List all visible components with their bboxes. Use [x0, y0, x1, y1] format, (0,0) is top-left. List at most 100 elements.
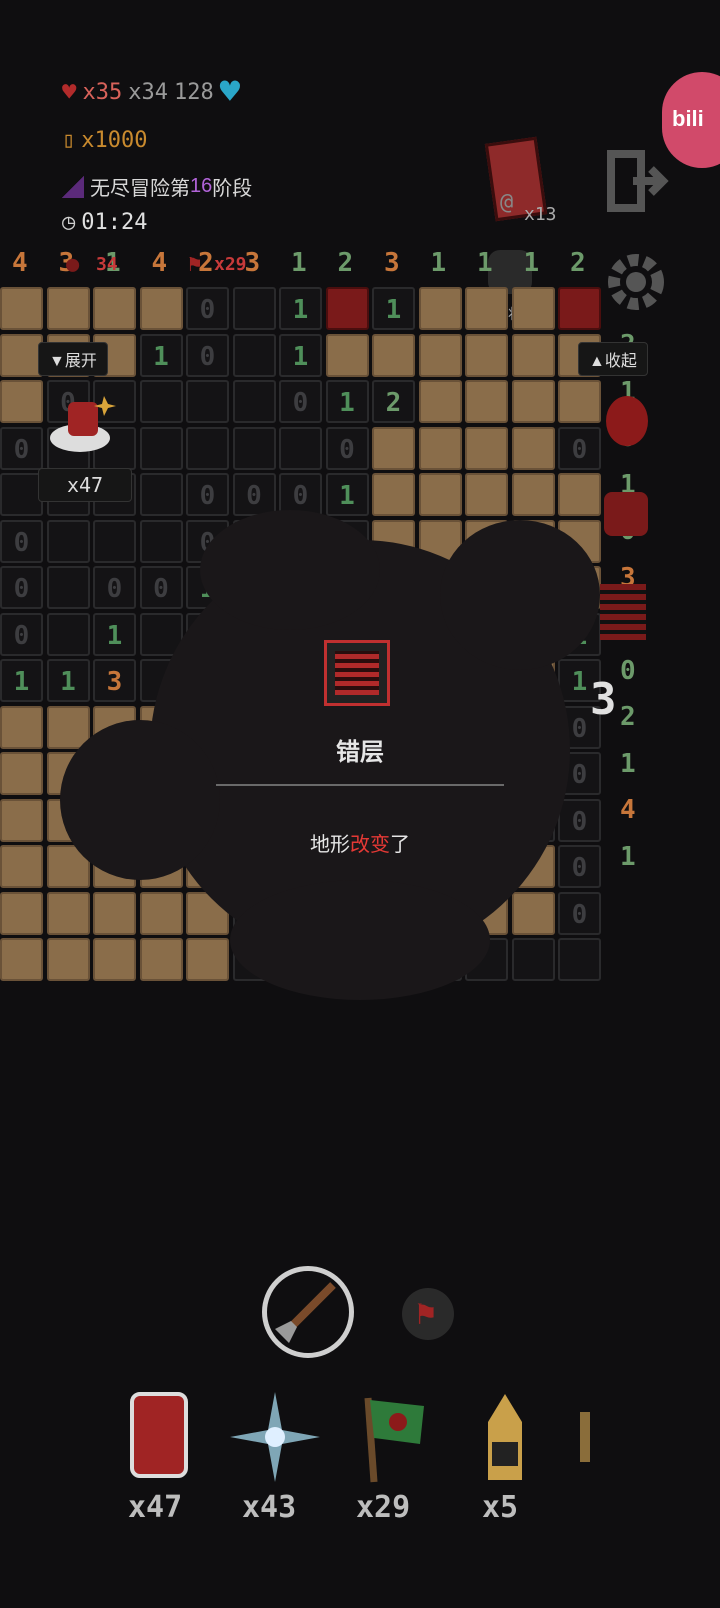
popup-title: 错层: [336, 739, 384, 766]
green-flag-icon[interactable]: [358, 1394, 428, 1484]
empty-tile[interactable]: [139, 380, 183, 423]
covered-tile[interactable]: [465, 380, 508, 423]
covered-tile[interactable]: [465, 473, 508, 516]
number-tile[interactable]: 0: [186, 333, 229, 377]
covered-tile[interactable]: [0, 333, 43, 377]
locked-tile[interactable]: [325, 287, 369, 330]
number-tile[interactable]: 1: [325, 380, 369, 423]
number-tile[interactable]: 0: [558, 891, 601, 935]
covered-tile[interactable]: [511, 380, 555, 423]
empty-tile[interactable]: [93, 519, 136, 563]
number-tile[interactable]: 0: [93, 566, 136, 609]
covered-tile[interactable]: [558, 380, 601, 423]
empty-tile[interactable]: [46, 612, 90, 656]
covered-tile[interactable]: [46, 938, 90, 981]
covered-tile[interactable]: [325, 333, 369, 377]
flag-tool-button[interactable]: ⚑: [402, 1288, 454, 1340]
empty-tile[interactable]: [186, 380, 229, 423]
number-tile[interactable]: 0: [558, 426, 601, 470]
exit-icon[interactable]: [605, 148, 671, 214]
empty-tile[interactable]: [0, 473, 43, 516]
covered-tile[interactable]: [186, 938, 229, 981]
number-tile[interactable]: 0: [279, 380, 322, 423]
number-tile[interactable]: 0: [186, 287, 229, 330]
layer-stack-icon[interactable]: [600, 584, 646, 640]
number-tile[interactable]: 1: [139, 333, 183, 377]
covered-tile[interactable]: [511, 891, 555, 935]
covered-tile[interactable]: [372, 333, 415, 377]
covered-tile[interactable]: [46, 287, 90, 330]
number-tile[interactable]: 0: [0, 519, 43, 563]
number-tile[interactable]: 0: [232, 473, 276, 516]
empty-tile[interactable]: [46, 566, 90, 609]
empty-tile[interactable]: [232, 426, 276, 470]
covered-tile[interactable]: [139, 891, 183, 935]
number-tile[interactable]: 1: [46, 659, 90, 702]
collapse-button[interactable]: ▲收起: [578, 342, 648, 376]
covered-tile[interactable]: [139, 287, 183, 330]
covered-tile[interactable]: [418, 473, 462, 516]
effect-count: 3: [590, 674, 617, 725]
empty-tile[interactable]: [139, 519, 183, 563]
covered-tile[interactable]: [511, 333, 555, 377]
covered-tile[interactable]: [0, 287, 43, 330]
compass-star-icon[interactable]: [230, 1392, 320, 1482]
expand-button[interactable]: ▼展开: [38, 342, 108, 376]
potion-item-icon[interactable]: [46, 394, 118, 458]
number-tile[interactable]: 1: [279, 333, 322, 377]
covered-tile[interactable]: [465, 426, 508, 470]
locked-tile[interactable]: [558, 287, 601, 330]
covered-tile[interactable]: [0, 938, 43, 981]
covered-tile[interactable]: [46, 891, 90, 935]
red-bomb-icon[interactable]: [606, 396, 648, 446]
empty-tile[interactable]: [139, 473, 183, 516]
number-tile[interactable]: 0: [325, 426, 369, 470]
number-tile[interactable]: 3: [93, 659, 136, 702]
number-tile[interactable]: 0: [0, 612, 43, 656]
empty-tile[interactable]: [232, 287, 276, 330]
shovel-tool-button[interactable]: [262, 1266, 354, 1358]
number-tile[interactable]: 1: [325, 473, 369, 516]
number-tile[interactable]: 1: [279, 287, 322, 330]
covered-tile[interactable]: [139, 938, 183, 981]
number-tile[interactable]: 0: [0, 426, 43, 470]
covered-tile[interactable]: [511, 426, 555, 470]
covered-tile[interactable]: [372, 426, 415, 470]
covered-tile[interactable]: [0, 891, 43, 935]
covered-tile[interactable]: [511, 473, 555, 516]
number-tile[interactable]: 0: [0, 566, 43, 609]
covered-tile[interactable]: [418, 287, 462, 330]
bullet-icon[interactable]: [482, 1394, 528, 1482]
empty-tile[interactable]: [186, 426, 229, 470]
number-tile[interactable]: 0: [139, 566, 183, 609]
covered-tile[interactable]: [418, 380, 462, 423]
number-tile[interactable]: 1: [372, 287, 415, 330]
covered-tile[interactable]: [418, 333, 462, 377]
empty-tile[interactable]: [232, 380, 276, 423]
covered-tile[interactable]: [93, 938, 136, 981]
covered-tile[interactable]: [558, 473, 601, 516]
covered-tile[interactable]: [511, 287, 555, 330]
number-tile[interactable]: 2: [372, 380, 415, 423]
number-tile[interactable]: 1: [93, 612, 136, 656]
covered-tile[interactable]: [93, 891, 136, 935]
covered-tile[interactable]: [93, 287, 136, 330]
covered-tile[interactable]: [465, 287, 508, 330]
covered-tile[interactable]: [0, 380, 43, 423]
empty-tile[interactable]: [511, 938, 555, 981]
heart-icon: ♥: [62, 78, 77, 106]
partial-item-icon[interactable]: [580, 1412, 590, 1462]
number-tile[interactable]: 1: [0, 659, 43, 702]
gear-icon[interactable]: [600, 246, 672, 318]
empty-tile[interactable]: [46, 519, 90, 563]
covered-tile[interactable]: [418, 426, 462, 470]
red-shield-icon[interactable]: [604, 492, 648, 536]
covered-tile[interactable]: [372, 473, 415, 516]
covered-tile[interactable]: [465, 333, 508, 377]
empty-tile[interactable]: [558, 938, 601, 981]
heart-potion-icon[interactable]: [130, 1392, 188, 1478]
empty-tile[interactable]: [139, 426, 183, 470]
empty-tile[interactable]: [232, 333, 276, 377]
number-tile[interactable]: 0: [186, 473, 229, 516]
empty-tile[interactable]: [279, 426, 322, 470]
